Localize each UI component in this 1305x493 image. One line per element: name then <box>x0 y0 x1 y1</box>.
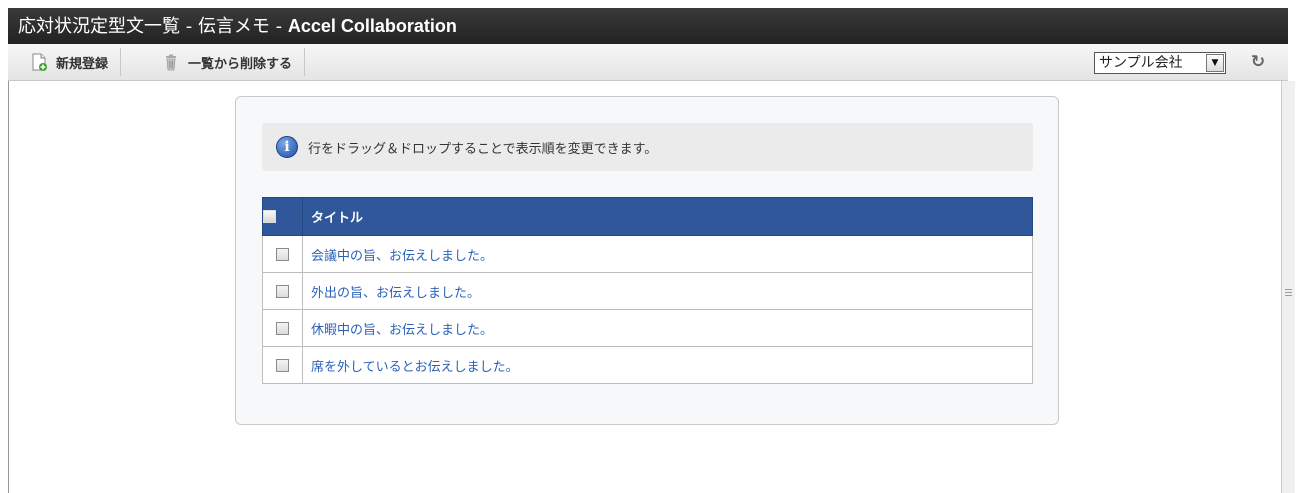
row-checkbox[interactable] <box>276 358 289 372</box>
refresh-button[interactable]: ↻ <box>1246 50 1270 74</box>
info-icon: i <box>276 136 298 158</box>
remove-from-list-label: 一覧から削除する <box>188 56 293 72</box>
row-title-link[interactable]: 席を外しているとお伝えしました。 <box>311 360 519 375</box>
remove-from-list-button[interactable]: 一覧から削除する <box>152 48 306 76</box>
row-checkbox-cell <box>262 235 303 273</box>
row-title-cell: 席を外しているとお伝えしました。 <box>302 346 1033 384</box>
refresh-icon: ↻ <box>1250 52 1266 72</box>
app-name: Accel Collaboration <box>287 16 457 36</box>
vertical-scrollbar[interactable] <box>1281 81 1295 493</box>
table-row[interactable]: 会議中の旨、お伝えしました。 <box>262 235 1033 273</box>
window-titlebar: 応対状況定型文一覧 - 伝言メモ - Accel Collaboration <box>8 8 1288 44</box>
select-all-cell <box>262 197 303 236</box>
row-checkbox[interactable] <box>276 284 289 298</box>
scrollbar-grip[interactable] <box>1285 289 1292 297</box>
row-title-cell: 休暇中の旨、お伝えしました。 <box>302 309 1033 347</box>
column-header-title: タイトル <box>302 197 1033 236</box>
row-title-link[interactable]: 外出の旨、お伝えしました。 <box>311 286 480 301</box>
new-register-label: 新規登録 <box>56 56 109 72</box>
chevron-down-icon[interactable]: ▼ <box>1206 54 1224 72</box>
row-checkbox[interactable] <box>276 247 289 261</box>
new-register-button[interactable]: 新規登録 <box>20 48 122 76</box>
trash-icon <box>162 53 180 71</box>
row-checkbox-cell <box>262 272 303 310</box>
company-select[interactable]: サンプル会社 ▼ <box>1094 52 1226 74</box>
new-document-icon <box>30 53 48 71</box>
left-divider <box>8 81 9 493</box>
row-title-cell: 外出の旨、お伝えしました。 <box>302 272 1033 310</box>
table-row[interactable]: 休暇中の旨、お伝えしました。 <box>262 309 1033 347</box>
info-message-box: i 行をドラッグ＆ドロップすることで表示順を変更できます。 <box>262 123 1033 171</box>
table-row[interactable]: 席を外しているとお伝えしました。 <box>262 346 1033 384</box>
table-row[interactable]: 外出の旨、お伝えしました。 <box>262 272 1033 310</box>
toolbar: 新規登録 一覧から削除する サンプル会社 ▼ ↻ <box>8 44 1288 81</box>
row-checkbox-cell <box>262 346 303 384</box>
company-select-value: サンプル会社 <box>1099 55 1183 71</box>
row-checkbox-cell <box>262 309 303 347</box>
table-header-row: タイトル <box>262 197 1033 236</box>
template-table: タイトル 会議中の旨、お伝えしました。 外出の旨、お伝えしました。 休暇中の旨、… <box>262 197 1033 384</box>
content-panel: i 行をドラッグ＆ドロップすることで表示順を変更できます。 タイトル 会議中の旨… <box>235 96 1059 425</box>
row-title-link[interactable]: 休暇中の旨、お伝えしました。 <box>311 323 493 338</box>
page-title: 応対状況定型文一覧 - 伝言メモ - <box>18 16 288 37</box>
info-message: 行をドラッグ＆ドロップすることで表示順を変更できます。 <box>308 141 658 157</box>
row-title-link[interactable]: 会議中の旨、お伝えしました。 <box>311 249 493 264</box>
row-title-cell: 会議中の旨、お伝えしました。 <box>302 235 1033 273</box>
row-checkbox[interactable] <box>276 321 289 335</box>
select-all-checkbox[interactable] <box>263 210 276 223</box>
